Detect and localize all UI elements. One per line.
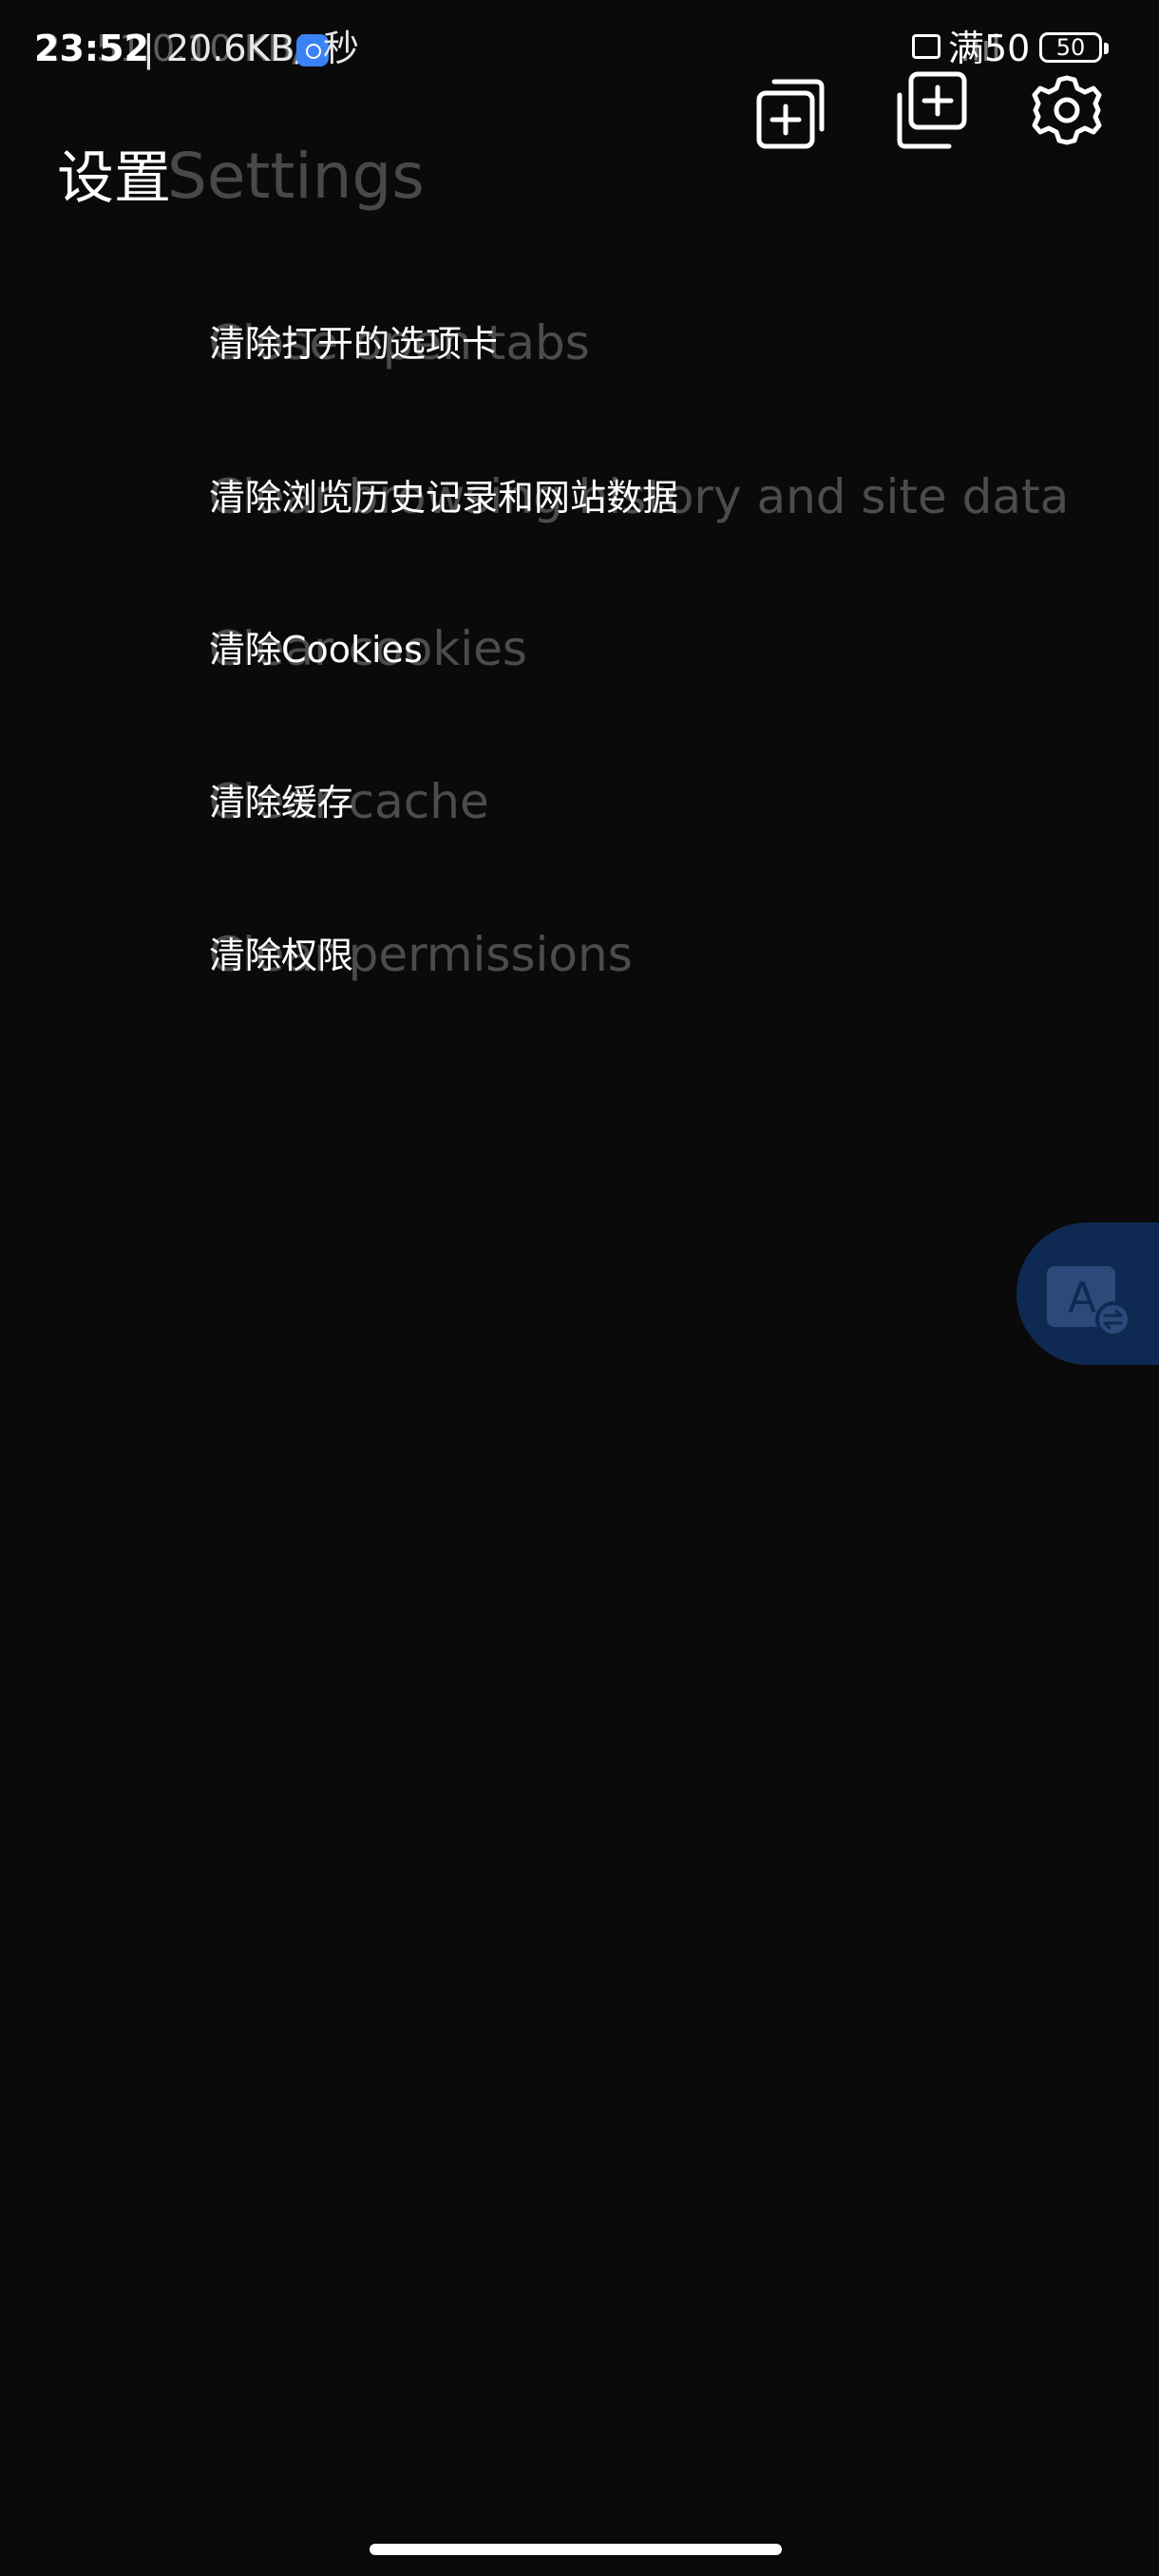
menu-item-clear-cache[interactable]: Clear cache 清除缓存 [0,746,1007,860]
menu-item-clear-history[interactable]: Clear browsing history and site data 清除浏… [0,441,1069,555]
svg-text:A: A [1068,1274,1096,1322]
home-indicator[interactable] [370,2544,782,2555]
page-title: 设置 [57,145,171,212]
menu-item-label: 清除Cookies [209,629,423,671]
translate-icon: A [1047,1266,1131,1337]
menu-item-clear-cookies[interactable]: Clear cookies 清除Cookies [0,593,1007,707]
menu-item-label: 清除打开的选项卡 [209,323,499,365]
menu-item-label: 清除权限 [209,935,354,976]
gear-icon[interactable] [1025,68,1109,152]
status-bar: 23:51 23:52 0.10 KB/s | 20.6KB/s 秒 .ııl … [0,0,1159,95]
page-title-translation: Settings [167,140,425,213]
menu-item-label: 清除缓存 [209,782,354,824]
menu-item-label: 清除浏览历史记录和网站数据 [209,477,679,519]
sim-card-icon [912,34,940,59]
duplicate-tab-icon[interactable] [750,68,833,152]
network-speed-unit: 秒 [323,28,360,69]
menu-item-close-tabs[interactable]: Close open tabs 清除打开的选项卡 [0,287,1007,401]
battery-icon: 50 [1039,32,1109,63]
battery-level: 50 [1055,34,1086,61]
menu-item-clear-permissions[interactable]: Clear permissions 清除权限 [0,899,1007,1013]
carrier-label: 满50 [948,28,1031,69]
new-tab-icon[interactable] [890,68,974,152]
translate-button[interactable]: A [1016,1222,1159,1365]
status-time: 23:52 [34,28,149,69]
